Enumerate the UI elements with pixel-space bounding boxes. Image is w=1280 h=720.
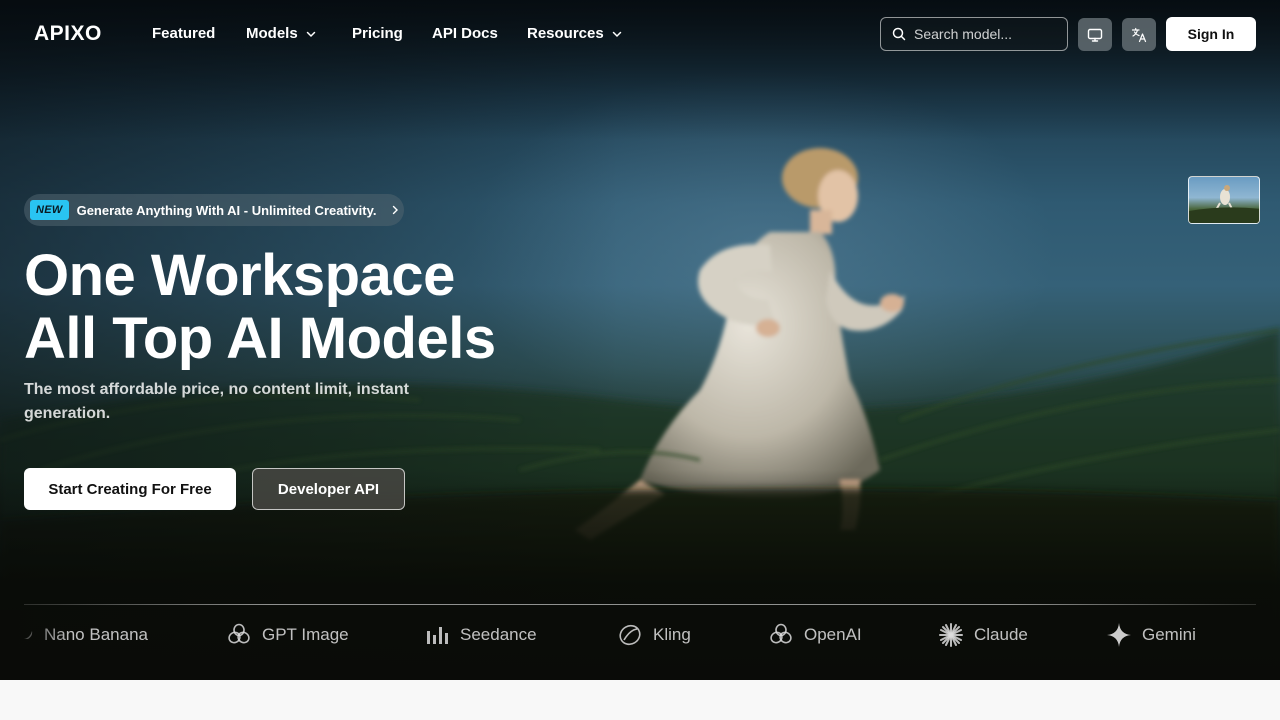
next-section-band [0,680,1280,720]
model-name: Seedance [460,625,537,644]
nav-pricing[interactable]: Pricing [352,25,403,42]
openai-icon [228,623,250,644]
hero-headline: One Workspace All Top AI Models [24,244,496,370]
hero-subtitle: The most affordable price, no content li… [24,381,409,422]
model-name: Kling [653,625,691,644]
claude-starburst-icon [939,623,963,647]
model-kling[interactable]: Kling [617,621,691,649]
chevron-down-icon [612,31,621,37]
display-mode-button[interactable] [1078,18,1112,51]
search-box[interactable] [880,17,1068,51]
chevron-down-icon [306,31,315,37]
search-icon [892,27,906,41]
announcement-pill[interactable]: NEW Generate Anything With AI - Unlimite… [24,194,404,226]
sign-in-button[interactable]: Sign In [1166,17,1256,51]
headline-line-1: One Workspace [24,243,455,308]
nav-models-label: Models [246,25,298,42]
nav-api-docs[interactable]: API Docs [432,25,498,42]
nav-featured-label: Featured [152,25,216,42]
model-name: OpenAI [804,625,862,644]
nav-models[interactable]: Models [246,25,316,42]
video-thumbnail[interactable] [1188,176,1260,224]
nav-resources-label: Resources [527,25,604,42]
language-button[interactable] [1122,18,1156,51]
model-gemini[interactable]: Gemini [1106,621,1196,649]
chevron-right-icon [393,205,399,215]
bars-icon [427,627,448,644]
gemini-sparkle-icon [1107,623,1131,647]
nav-pricing-label: Pricing [352,25,403,42]
model-openai[interactable]: OpenAI [768,621,862,649]
start-creating-button[interactable]: Start Creating For Free [24,468,236,510]
translate-icon [1131,27,1147,42]
openai-icon [770,623,792,644]
developer-api-button[interactable]: Developer API [252,468,405,510]
apixo-logo[interactable]: APIXO [34,22,102,46]
kling-icon [619,624,641,646]
monitor-icon [1087,28,1103,42]
top-navigation: APIXO Featured Models Pricing API Docs R… [0,0,1280,68]
nav-featured[interactable]: Featured [152,25,215,42]
model-name: Gemini [1142,625,1196,644]
model-strip-fade [0,610,70,670]
model-strip-divider [24,604,1256,605]
headline-line-2: All Top AI Models [24,306,496,371]
new-badge: NEW [30,200,69,220]
runner-thumbnail-image [1189,185,1259,223]
model-gpt-image[interactable]: GPT Image [226,621,349,649]
nav-resources[interactable]: Resources [527,25,622,42]
hero-section: APIXO Featured Models Pricing API Docs R… [0,0,1280,680]
announcement-text: Generate Anything With AI - Unlimited Cr… [76,202,377,218]
model-name: GPT Image [262,625,349,644]
search-input[interactable] [914,26,1054,42]
model-name: Claude [974,625,1028,644]
model-seedance[interactable]: Seedance [426,621,537,649]
model-claude[interactable]: Claude [938,621,1028,649]
nav-api-docs-label: API Docs [432,25,498,42]
